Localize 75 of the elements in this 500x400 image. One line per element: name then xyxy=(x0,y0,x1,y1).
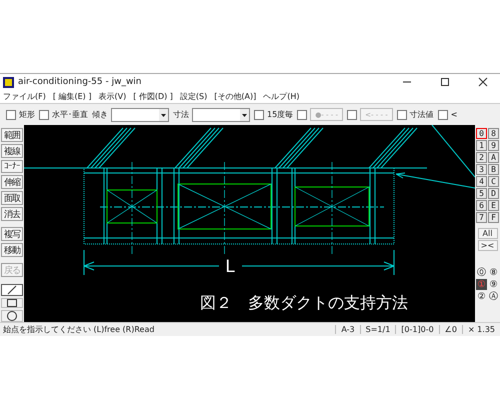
dropdown-field[interactable] xyxy=(111,108,169,122)
select-label: 傾き xyxy=(92,109,108,120)
layer-button[interactable]: E xyxy=(488,200,499,211)
layer-button[interactable]: 4 xyxy=(476,176,487,187)
layer-button[interactable]: 5 xyxy=(476,188,487,199)
menu-item[interactable]: [ 作図(D) ] xyxy=(133,91,173,102)
checkbox[interactable] xyxy=(39,110,49,120)
checkbox[interactable] xyxy=(254,110,264,120)
maximize-icon[interactable] xyxy=(440,77,450,87)
layer-group-button[interactable]: ⑨ xyxy=(488,279,499,290)
select-label: 寸法 xyxy=(173,109,189,120)
menu-item[interactable]: 設定(S) xyxy=(180,91,208,102)
layer-button[interactable]: A xyxy=(488,152,499,163)
checkbox[interactable] xyxy=(438,110,448,120)
menu-item[interactable]: 表示(V) xyxy=(98,91,126,102)
close-icon[interactable] xyxy=(478,77,488,87)
menu-item[interactable]: [ 編集(E) ] xyxy=(52,91,92,102)
checkbox[interactable] xyxy=(6,110,16,120)
tool-button[interactable]: 面取 xyxy=(1,191,23,205)
layer-button[interactable]: 2 xyxy=(476,152,487,163)
checkbox-label: 寸法値 xyxy=(410,109,434,120)
status-cell: [0-1]0-0 xyxy=(395,325,439,334)
status-message: 始点を指示してください (L)free (R)Read xyxy=(2,324,156,335)
status-cell: ∠0 xyxy=(438,325,462,334)
layer-button[interactable]: 9 xyxy=(488,140,499,151)
layer-button[interactable]: 1 xyxy=(476,140,487,151)
hatch-lines xyxy=(274,128,324,168)
layer-toggle-button[interactable]: >< xyxy=(478,240,498,251)
drawing-caption: 図２ 多数ダクトの支持方法 xyxy=(200,293,408,312)
checkbox-label: 水平･垂直 xyxy=(52,109,88,120)
checkbox-label: 矩形 xyxy=(19,109,35,120)
hatch-lines xyxy=(174,128,224,168)
menu-item[interactable]: ファイル(F) xyxy=(3,91,46,102)
tool-button[interactable]: 伸縮 xyxy=(1,175,23,189)
menu-item[interactable]: ヘルプ(H) xyxy=(263,91,300,102)
draw-tool-button[interactable] xyxy=(1,284,23,296)
status-cell: A-3 xyxy=(335,325,360,334)
app-logo-icon xyxy=(3,76,14,88)
layer-button[interactable]: F xyxy=(488,212,499,223)
checkbox-label: < xyxy=(450,110,458,119)
tool-button[interactable]: ｺｰﾅｰ xyxy=(1,160,23,173)
tool-button[interactable]: 移動 xyxy=(1,243,23,257)
checkbox-label: 15度毎 xyxy=(267,109,294,120)
tool-button[interactable]: 複線 xyxy=(1,144,23,158)
layer-group-button[interactable]: ⓪ xyxy=(476,267,487,278)
layer-button[interactable]: C xyxy=(488,176,499,187)
status-cell: × 1.35 xyxy=(462,325,500,334)
layer-group-button[interactable]: Ⓐ xyxy=(488,291,499,302)
line-icon xyxy=(7,285,17,295)
draw-tool-button[interactable] xyxy=(1,310,23,322)
layer-group-button[interactable]: ② xyxy=(476,291,487,302)
layer-button[interactable]: B xyxy=(488,164,499,175)
layer-button[interactable]: 8 xyxy=(488,128,499,139)
hatch-lines xyxy=(86,128,136,168)
hatch-lines xyxy=(368,128,418,168)
draw-tool-button[interactable] xyxy=(1,298,23,308)
layer-group-button[interactable]: ⑧ xyxy=(488,267,499,278)
tool-button[interactable]: 消去 xyxy=(1,207,23,221)
dimension-label: L xyxy=(225,257,235,277)
status-cell: S=1/1 xyxy=(360,325,396,334)
layer-toggle-button[interactable]: All xyxy=(478,228,498,239)
layer-button[interactable]: 3 xyxy=(476,164,487,175)
drawing-canvas[interactable]: L 図２ 多数ダクトの支持方法 xyxy=(24,125,475,322)
menu-item[interactable]: [その他(A)] xyxy=(214,91,256,102)
tool-button[interactable]: 複写 xyxy=(1,227,23,241)
circle-icon xyxy=(7,311,17,321)
checkbox[interactable] xyxy=(396,110,407,120)
layer-button[interactable]: D xyxy=(488,188,499,199)
tool-button[interactable]: 範囲 xyxy=(1,128,23,142)
rectangle-icon xyxy=(7,299,17,307)
layer-button[interactable]: 0 xyxy=(476,128,487,139)
layer-button[interactable]: 6 xyxy=(476,200,487,211)
dropdown-field[interactable] xyxy=(192,108,250,122)
window-title: air-conditioning-55 - jw_win xyxy=(18,77,143,87)
layer-button[interactable]: 7 xyxy=(476,212,487,223)
